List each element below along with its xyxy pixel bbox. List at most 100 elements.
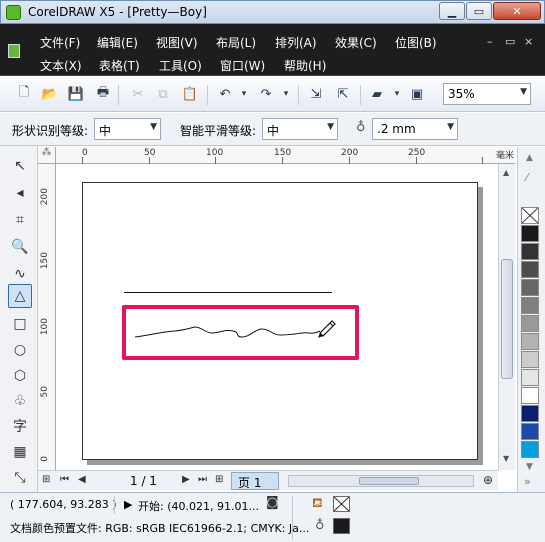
print-icon[interactable]: 🖶 — [93, 84, 113, 104]
menu-file[interactable]: 文件(F) — [40, 34, 80, 51]
ruler-origin[interactable]: ⁂ — [38, 147, 56, 164]
menu-help[interactable]: 帮助(H) — [284, 57, 326, 74]
redo-icon[interactable]: ↷ — [256, 84, 276, 104]
color-swatch[interactable] — [521, 405, 539, 422]
maximize-button[interactable]: ▭ — [466, 2, 492, 20]
menu-bitmaps[interactable]: 位图(B) — [395, 34, 437, 51]
menu-edit[interactable]: 编辑(E) — [97, 34, 138, 51]
dimension-tool-icon[interactable]: ⤡ — [8, 466, 32, 490]
horizontal-scrollbar[interactable] — [288, 475, 474, 487]
open-icon[interactable]: 📂 — [40, 84, 60, 104]
menu-layout[interactable]: 布局(L) — [216, 34, 256, 51]
swatch-no-color[interactable] — [521, 207, 539, 224]
freehand-tool-icon[interactable]: ∿ — [8, 262, 32, 286]
outline-color-swatch[interactable] — [333, 518, 350, 534]
application-launcher-icon[interactable]: ▰ — [367, 84, 387, 104]
rectangle-tool-icon[interactable]: □ — [8, 312, 32, 336]
outline-width-select[interactable]: .2 mm ▼ — [372, 118, 458, 140]
horizontal-scroll-thumb[interactable] — [359, 477, 419, 485]
vertical-ruler[interactable]: 200 150 100 50 0 — [38, 164, 56, 470]
color-swatch[interactable] — [521, 297, 539, 314]
color-swatch[interactable] — [521, 369, 539, 386]
smart-drawing-tool-icon[interactable]: △ — [8, 284, 32, 308]
color-proof-icon[interactable]: ◙ — [266, 495, 279, 510]
shape-tool-icon[interactable]: ◂ — [8, 181, 32, 205]
export-icon[interactable]: ⇱ — [333, 84, 353, 104]
color-swatch[interactable] — [521, 243, 539, 260]
first-page-icon[interactable]: ⏮ — [60, 474, 69, 485]
scroll-down-icon[interactable]: ▼ — [503, 454, 509, 463]
import-icon[interactable]: ⇲ — [306, 84, 326, 104]
launcher-dropdown-icon[interactable]: ▾ — [387, 84, 407, 104]
previous-page-icon[interactable]: ◀ — [78, 474, 86, 485]
color-swatch[interactable] — [521, 333, 539, 350]
text-tool-icon[interactable]: 字 — [8, 414, 32, 438]
menu-text[interactable]: 文本(X) — [40, 57, 82, 74]
save-icon[interactable]: 💾 — [66, 84, 86, 104]
palette-expand-icon[interactable]: » — [524, 475, 531, 488]
color-swatch[interactable] — [521, 261, 539, 278]
freehand-curve-object[interactable] — [130, 315, 345, 355]
redo-dropdown-icon[interactable]: ▾ — [276, 84, 296, 104]
doc-close-icon[interactable]: × — [524, 35, 533, 48]
doc-restore-icon[interactable]: ▭ — [505, 35, 515, 48]
color-swatch[interactable] — [521, 351, 539, 368]
next-page-icon[interactable]: ▶ — [182, 474, 190, 485]
color-swatch[interactable] — [521, 423, 539, 440]
add-page-icon[interactable]: ⊞ — [42, 474, 50, 485]
page-tab[interactable]: 页 1 — [231, 472, 279, 490]
ruler-label: 0 — [40, 456, 50, 462]
menu-window[interactable]: 窗口(W) — [220, 57, 265, 74]
ruler-tick — [215, 157, 216, 164]
toolbar-separator — [298, 85, 299, 105]
outline-pen-icon[interactable]: ♁ — [315, 518, 325, 533]
undo-dropdown-icon[interactable]: ▾ — [234, 84, 254, 104]
horizontal-ruler[interactable]: 0 50 100 150 200 250 毫米 — [56, 147, 515, 164]
close-button[interactable]: ✕ — [493, 2, 541, 20]
color-swatch[interactable] — [521, 387, 539, 404]
color-swatch[interactable] — [521, 279, 539, 296]
menu-view[interactable]: 视图(V) — [156, 34, 198, 51]
chevron-down-icon: ▼ — [520, 87, 527, 97]
table-tool-icon[interactable]: ▦ — [8, 440, 32, 464]
vertical-scroll-thumb[interactable] — [501, 259, 513, 379]
color-swatch[interactable] — [521, 441, 539, 458]
copy-icon[interactable]: ⧉ — [153, 84, 173, 104]
palette-scroll-up-icon[interactable]: ▲ — [526, 153, 533, 163]
ellipse-tool-icon[interactable]: ○ — [8, 338, 32, 362]
menu-effects[interactable]: 效果(C) — [335, 34, 377, 51]
straight-line-object[interactable] — [124, 292, 332, 293]
palette-eyedropper-icon[interactable]: ⁄ — [526, 171, 528, 184]
doc-minimize-icon[interactable]: – — [487, 35, 493, 48]
zoom-level-select[interactable]: 35% ▼ — [443, 83, 531, 105]
last-page-icon[interactable]: ⏭ — [198, 474, 207, 485]
new-document-icon[interactable]: 🗋 — [14, 84, 34, 104]
menu-table[interactable]: 表格(T) — [99, 57, 140, 74]
undo-icon[interactable]: ↶ — [215, 84, 235, 104]
crop-tool-icon[interactable]: ⌗ — [8, 208, 32, 232]
pick-tool-icon[interactable]: ↖ — [8, 154, 32, 178]
paste-icon[interactable]: 📋 — [180, 84, 200, 104]
basic-shapes-icon[interactable]: ♧ — [8, 389, 32, 413]
color-swatch[interactable] — [521, 225, 539, 242]
menu-arrange[interactable]: 排列(A) — [275, 34, 317, 51]
minimize-button[interactable]: ▁ — [439, 2, 465, 20]
zoom-tool-icon[interactable]: 🔍 — [8, 235, 32, 259]
menu-tools[interactable]: 工具(O) — [159, 57, 202, 74]
shape-recognition-select[interactable]: 中 ▼ — [94, 118, 161, 140]
navigator-icon[interactable]: ⊕ — [483, 473, 493, 487]
fill-none-swatch[interactable] — [333, 496, 350, 512]
toolbox: ↖ ◂ ⌗ 🔍 ∿ △ □ ○ ⬡ ♧ 字 ▦ ⤡ — [0, 146, 38, 492]
add-page-end-icon[interactable]: ⊞ — [215, 474, 223, 485]
pencil-cursor-icon — [318, 320, 336, 338]
polygon-tool-icon[interactable]: ⬡ — [8, 364, 32, 388]
vertical-scrollbar[interactable]: ▲ ▼ — [498, 164, 515, 470]
palette-scroll-down-icon[interactable]: ▼ — [526, 462, 533, 472]
color-swatch[interactable] — [521, 315, 539, 332]
scroll-up-icon[interactable]: ▲ — [503, 168, 509, 177]
cut-icon[interactable]: ✂ — [128, 84, 148, 104]
chevron-down-icon: ▼ — [447, 122, 454, 132]
fill-bucket-icon[interactable]: ⛾ — [312, 496, 323, 513]
smart-smoothing-select[interactable]: 中 ▼ — [262, 118, 338, 140]
welcome-screen-icon[interactable]: ▣ — [407, 84, 427, 104]
